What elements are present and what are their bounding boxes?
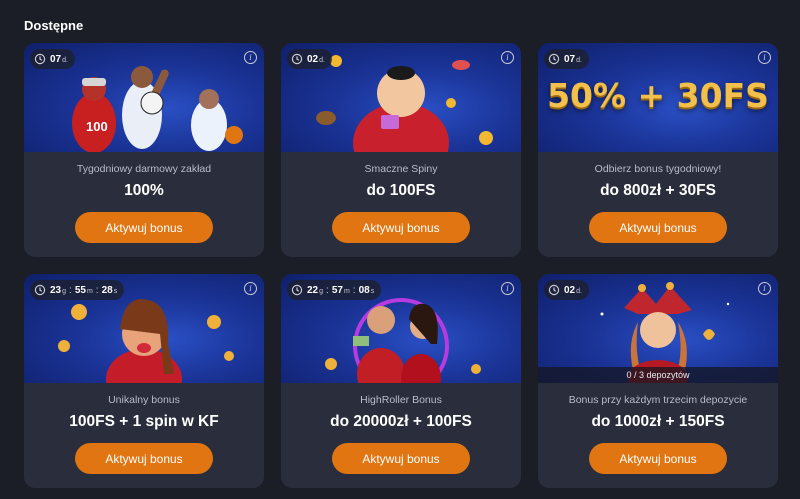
svg-text:100: 100 — [86, 119, 108, 134]
timer-separator: : — [352, 284, 356, 296]
info-icon[interactable]: i — [501, 51, 514, 64]
timer-unit: g — [62, 287, 67, 295]
bonus-amount: 100% — [124, 182, 164, 199]
bonus-subtitle: Bonus przy każdym trzecim depozycie — [568, 394, 748, 406]
bonus-banner-image: 02d. i 0 / 3 depozytów — [538, 274, 778, 383]
bonus-amount: do 800zł + 30FS — [600, 182, 716, 199]
clock-icon — [291, 53, 303, 65]
timer-badge: 07d. — [544, 49, 589, 69]
activate-bonus-button[interactable]: Aktywuj bonus — [332, 212, 470, 243]
activate-bonus-button[interactable]: Aktywuj bonus — [75, 443, 213, 474]
timer-separator: : — [95, 284, 99, 296]
timer-separator: : — [326, 284, 329, 296]
info-icon[interactable]: i — [758, 282, 771, 295]
section-title: Dostępne — [24, 18, 84, 33]
bonus-subtitle: HighRoller Bonus — [360, 394, 442, 406]
bonus-amount: do 100FS — [366, 182, 436, 199]
clock-icon — [34, 53, 46, 65]
timer-badge: 02d. — [287, 49, 332, 69]
timer-value: 07 — [564, 53, 576, 65]
timer-unit: d. — [62, 56, 68, 64]
timer-badge: 23g:55m:28s — [30, 280, 125, 300]
timer-value: 02 — [564, 284, 576, 296]
bonus-card: 100 07d. i Tygodniowy darmowy zakład 100… — [24, 43, 264, 257]
bonus-banner-image: 100 07d. i — [24, 43, 264, 152]
info-icon[interactable]: i — [244, 51, 257, 64]
timer-unit: m — [86, 287, 93, 295]
timer-value: 57 — [331, 284, 343, 296]
timer-badge: 02d. — [544, 280, 589, 300]
deposit-progress: 0 / 3 depozytów — [538, 367, 778, 383]
bonus-banner-image: 22g:57m:08s i — [281, 274, 521, 383]
promo-text: 50% + 30FS — [547, 76, 769, 115]
clock-icon — [548, 284, 560, 296]
timer-unit: m — [343, 287, 350, 295]
activate-bonus-button[interactable]: Aktywuj bonus — [332, 443, 470, 474]
bonus-card: 23g:55m:28s i Unikalny bonus 100FS + 1 s… — [24, 274, 264, 488]
clock-icon — [34, 284, 46, 296]
timer-value: 08 — [358, 284, 370, 296]
timer-value: 22 — [307, 284, 319, 296]
bonus-grid: 100 07d. i Tygodniowy darmowy zakład 100… — [24, 43, 778, 488]
clock-icon — [548, 53, 560, 65]
bonus-card: 50% + 30FS 07d. i Odbierz bonus tygodnio… — [538, 43, 778, 257]
timer-unit: d. — [576, 287, 582, 295]
timer-value: 07 — [50, 53, 62, 65]
bonus-banner-image: 23g:55m:28s i — [24, 274, 264, 383]
bonus-banner-image: 50% + 30FS 07d. i — [538, 43, 778, 152]
timer-value: 28 — [101, 284, 113, 296]
clock-icon — [291, 284, 303, 296]
timer-value: 02 — [307, 53, 319, 65]
timer-value: 23 — [50, 284, 62, 296]
timer-value: 55 — [74, 284, 86, 296]
bonus-subtitle: Odbierz bonus tygodniowy! — [594, 163, 722, 175]
info-icon[interactable]: i — [501, 282, 514, 295]
timer-unit: g — [319, 287, 324, 295]
bonus-amount: do 1000zł + 150FS — [591, 413, 725, 430]
timer-unit: s — [370, 287, 375, 295]
activate-bonus-button[interactable]: Aktywuj bonus — [589, 212, 727, 243]
bonus-amount: 100FS + 1 spin w KF — [69, 413, 219, 430]
info-icon[interactable]: i — [244, 282, 257, 295]
bonus-subtitle: Smaczne Spiny — [364, 163, 438, 175]
bonus-card: 02d. i Smaczne Spiny do 100FS Aktywuj bo… — [281, 43, 521, 257]
bonus-subtitle: Unikalny bonus — [108, 394, 180, 406]
timer-unit: d. — [319, 56, 325, 64]
timer-unit: s — [113, 287, 118, 295]
bonus-subtitle: Tygodniowy darmowy zakład — [76, 163, 212, 175]
bonus-card: 02d. i 0 / 3 depozytów Bonus przy każdym… — [538, 274, 778, 488]
timer-separator: : — [69, 284, 72, 296]
timer-badge: 07d. — [30, 49, 75, 69]
info-icon[interactable]: i — [758, 51, 771, 64]
timer-unit: d. — [576, 56, 582, 64]
bonus-card: 22g:57m:08s i HighRoller Bonus do 20000z… — [281, 274, 521, 488]
activate-bonus-button[interactable]: Aktywuj bonus — [589, 443, 727, 474]
bonus-amount: do 20000zł + 100FS — [330, 413, 472, 430]
bonus-banner-image: 02d. i — [281, 43, 521, 152]
timer-badge: 22g:57m:08s — [287, 280, 382, 300]
activate-bonus-button[interactable]: Aktywuj bonus — [75, 212, 213, 243]
